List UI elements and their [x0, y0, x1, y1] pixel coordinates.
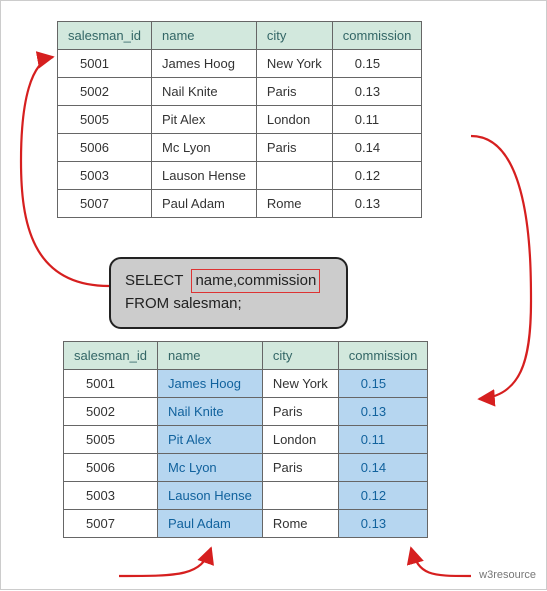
cell-selected: 0.14: [338, 454, 428, 482]
cell: 0.12: [332, 162, 422, 190]
cell-selected: Paul Adam: [158, 510, 263, 538]
cell: 5001: [64, 370, 158, 398]
cell: 0.13: [332, 190, 422, 218]
header-row: salesman_id name city commission: [58, 22, 422, 50]
col-name: name: [158, 342, 263, 370]
cell: Nail Knite: [152, 78, 257, 106]
col-name: name: [152, 22, 257, 50]
col-commission: commission: [332, 22, 422, 50]
cell: [256, 162, 332, 190]
cell: Paris: [262, 454, 338, 482]
cell-selected: Nail Knite: [158, 398, 263, 426]
cell: 5006: [64, 454, 158, 482]
cell-selected: 0.13: [338, 510, 428, 538]
cell: 0.13: [332, 78, 422, 106]
header-row: salesman_id name city commission: [64, 342, 428, 370]
col-commission: commission: [338, 342, 428, 370]
cell-selected: 0.15: [338, 370, 428, 398]
cell: Paris: [256, 78, 332, 106]
cell: Rome: [262, 510, 338, 538]
cell: James Hoog: [152, 50, 257, 78]
cell: Paris: [256, 134, 332, 162]
cell: 5007: [64, 510, 158, 538]
sql-line-1: SELECT name,commission: [125, 269, 320, 293]
cell: Pit Alex: [152, 106, 257, 134]
table-row: 5006Mc LyonParis0.14: [58, 134, 422, 162]
diagram-canvas: salesman_id name city commission 5001Jam…: [0, 0, 547, 590]
cell: 5005: [58, 106, 152, 134]
cell-selected: Lauson Hense: [158, 482, 263, 510]
col-city: city: [256, 22, 332, 50]
sql-query-box: SELECT name,commission FROM salesman;: [109, 257, 348, 329]
table-row: 5006Mc LyonParis0.14: [64, 454, 428, 482]
cell: 5006: [58, 134, 152, 162]
cell-selected: James Hoog: [158, 370, 263, 398]
cell: Mc Lyon: [152, 134, 257, 162]
col-salesman-id: salesman_id: [58, 22, 152, 50]
cell-selected: Mc Lyon: [158, 454, 263, 482]
cell-selected: 0.13: [338, 398, 428, 426]
cell: 5002: [64, 398, 158, 426]
cell: 5001: [58, 50, 152, 78]
cell: 5002: [58, 78, 152, 106]
watermark: w3resource: [479, 569, 536, 581]
cell: London: [262, 426, 338, 454]
cell: 5005: [64, 426, 158, 454]
result-table: salesman_id name city commission 5001Jam…: [63, 341, 428, 538]
cell: 0.11: [332, 106, 422, 134]
cell: New York: [256, 50, 332, 78]
cell: [262, 482, 338, 510]
cell: Paul Adam: [152, 190, 257, 218]
source-table: salesman_id name city commission 5001Jam…: [57, 21, 422, 218]
table-row: 5003Lauson Hense 0.12: [64, 482, 428, 510]
sql-projection: name,commission: [191, 269, 320, 293]
table-row: 5001James HoogNew York0.15: [58, 50, 422, 78]
col-salesman-id: salesman_id: [64, 342, 158, 370]
cell: 5003: [64, 482, 158, 510]
cell: Rome: [256, 190, 332, 218]
table-row: 5007Paul AdamRome0.13: [64, 510, 428, 538]
arrow-bottom-commission-icon: [411, 548, 471, 576]
cell: 0.15: [332, 50, 422, 78]
cell-selected: 0.11: [338, 426, 428, 454]
arrow-right-icon: [471, 136, 531, 399]
col-city: city: [262, 342, 338, 370]
cell: Paris: [262, 398, 338, 426]
table-row: 5002Nail KniteParis0.13: [64, 398, 428, 426]
sql-select-keyword: SELECT: [125, 272, 183, 289]
table-row: 5002Nail KniteParis0.13: [58, 78, 422, 106]
table-row: 5005Pit AlexLondon0.11: [58, 106, 422, 134]
cell-selected: 0.12: [338, 482, 428, 510]
table-row: 5003Lauson Hense 0.12: [58, 162, 422, 190]
cell: London: [256, 106, 332, 134]
sql-line-2: FROM salesman;: [125, 293, 320, 315]
cell: Lauson Hense: [152, 162, 257, 190]
cell: 5007: [58, 190, 152, 218]
table-row: 5005Pit AlexLondon0.11: [64, 426, 428, 454]
cell: 5003: [58, 162, 152, 190]
table-row: 5001James HoogNew York0.15: [64, 370, 428, 398]
table-row: 5007Paul AdamRome0.13: [58, 190, 422, 218]
cell: New York: [262, 370, 338, 398]
cell-selected: Pit Alex: [158, 426, 263, 454]
arrow-bottom-name-icon: [119, 548, 211, 576]
cell: 0.14: [332, 134, 422, 162]
